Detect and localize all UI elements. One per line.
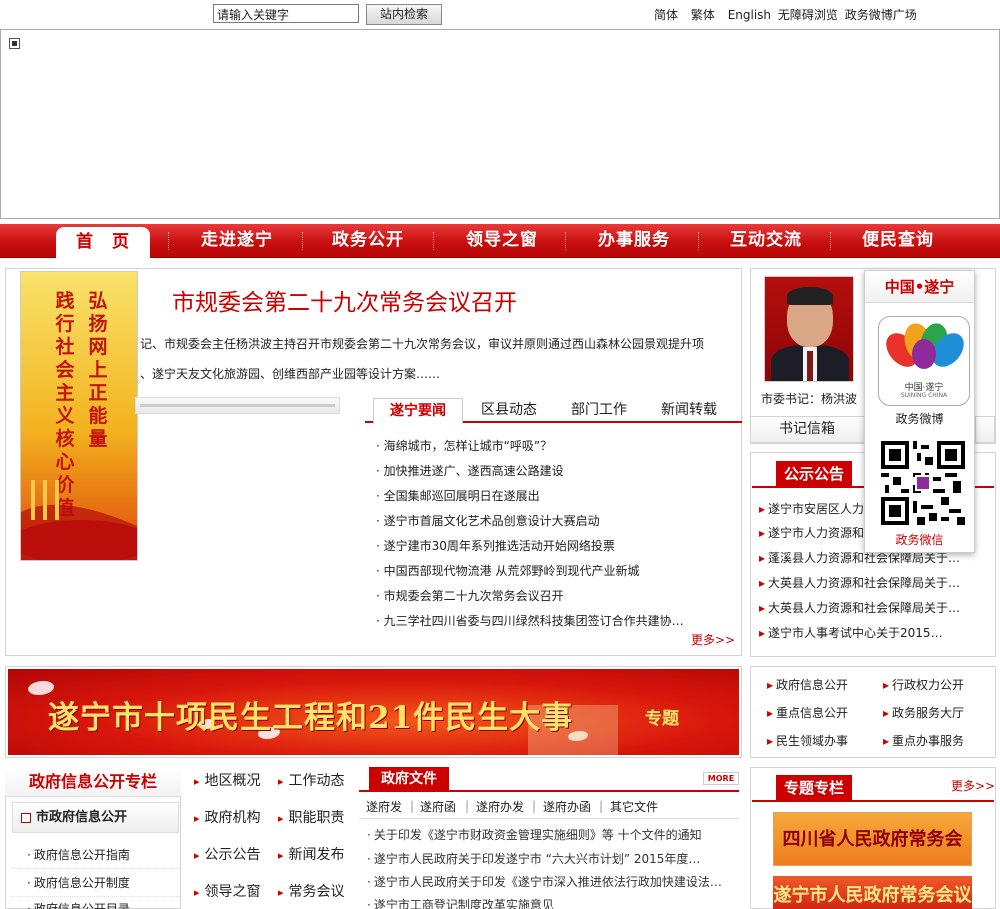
nav-public-query[interactable]: 便民查询 bbox=[836, 224, 960, 258]
nav-leaders[interactable]: 领导之窗 bbox=[440, 224, 564, 258]
special-banner-city-meeting[interactable]: 遂宁市人民政府常务会议 bbox=[773, 876, 972, 909]
docs-subtab-divider bbox=[359, 818, 739, 819]
weibo-popup-title: 中国•遂宁 bbox=[865, 271, 974, 303]
plugin-placeholder-icon bbox=[9, 38, 20, 49]
quick-link-gov-info[interactable]: 政府信息公开 bbox=[767, 676, 848, 693]
news-more-link[interactable]: 更多>> bbox=[691, 631, 735, 648]
weixin-qr-code-icon bbox=[881, 441, 965, 525]
news-item[interactable]: · 加快推进遂广、遂西高速公路建设 bbox=[376, 462, 564, 479]
link-traditional[interactable]: 繁体 bbox=[691, 8, 715, 22]
core-values-banner[interactable]: 弘扬网上正能量 践行社会主义核心价值观 bbox=[20, 271, 138, 561]
gov-docs-more-button[interactable]: MORE bbox=[703, 772, 739, 785]
gov-info-item[interactable]: 政府信息公开制度 bbox=[27, 874, 130, 891]
link-leaders[interactable]: 领导之窗 bbox=[194, 881, 261, 901]
quick-link-admin-power[interactable]: 行政权力公开 bbox=[883, 676, 964, 693]
nav-home[interactable]: 首 页 bbox=[56, 227, 150, 260]
top-links: 简体 繁体 English 无障碍浏览 政务微博广场 bbox=[654, 6, 926, 23]
notice-item[interactable]: 大英县人力资源和社会保障局关于… bbox=[759, 574, 960, 591]
link-english[interactable]: English bbox=[728, 8, 771, 22]
link-region-overview[interactable]: 地区概况 bbox=[194, 770, 261, 790]
weixin-label[interactable]: 政务微信 bbox=[865, 531, 974, 548]
docs-tab-banhan[interactable]: 遂府办函 bbox=[543, 798, 591, 815]
notice-item[interactable]: 遂宁市人力资源和… bbox=[759, 524, 876, 541]
nav-services[interactable]: 办事服务 bbox=[572, 224, 696, 258]
link-accessibility[interactable]: 无障碍浏览 bbox=[778, 8, 838, 22]
link-functions[interactable]: 职能职责 bbox=[278, 807, 345, 827]
weibo-label[interactable]: 政务微博 bbox=[865, 410, 974, 427]
headline-summary-1: 记、市规委会主任杨洪波主持召开市规委会第二十九次常务会议，审议并原则通过西山森林… bbox=[140, 337, 705, 351]
tab-department-news[interactable]: 部门工作 bbox=[555, 398, 643, 423]
livelihood-banner-subtitle: 专题 bbox=[645, 709, 679, 729]
link-press-release[interactable]: 新闻发布 bbox=[278, 844, 345, 864]
news-item[interactable]: · 全国集邮巡回展明日在遂展出 bbox=[376, 487, 540, 504]
news-item[interactable]: · 市规委会第二十九次常务会议召开 bbox=[376, 587, 564, 604]
special-banner-province-meeting[interactable]: 四川省人民政府常务会议 bbox=[773, 812, 972, 904]
news-tabs: 遂宁要闻 区县动态 部门工作 新闻转载 bbox=[365, 398, 742, 424]
tab-county-news[interactable]: 区县动态 bbox=[465, 398, 553, 423]
docs-tab-other[interactable]: 其它文件 bbox=[610, 798, 658, 815]
mailbox-edge bbox=[975, 416, 995, 443]
search-button[interactable]: 站内检索 bbox=[366, 4, 442, 25]
leader-portrait[interactable] bbox=[764, 276, 854, 382]
doc-item[interactable]: 遂宁市工商登记制度改革实施意见 bbox=[367, 896, 554, 909]
doc-item[interactable]: 遂宁市人民政府关于印发《遂宁市深入推进依法行政加快建设法… bbox=[367, 873, 722, 890]
link-gov-agencies[interactable]: 政府机构 bbox=[194, 807, 261, 827]
news-item[interactable]: · 海绵城市，怎样让城市“呼吸”？ bbox=[376, 437, 552, 454]
doc-item[interactable]: 遂宁市人民政府关于印发遂宁市 “六大兴市计划” 2015年度… bbox=[367, 850, 701, 867]
nav-gov-affairs[interactable]: 政务公开 bbox=[308, 224, 428, 258]
gov-info-title[interactable]: 政府信息公开专栏 bbox=[5, 767, 181, 797]
quick-link-livelihood[interactable]: 民生领域办事 bbox=[767, 732, 848, 749]
gov-info-item[interactable]: 政府信息公开目录 bbox=[27, 900, 130, 909]
link-work-updates[interactable]: 工作动态 bbox=[278, 770, 345, 790]
search-input[interactable]: 请输入关键字 bbox=[213, 4, 359, 23]
nav-about-suining[interactable]: 走进遂宁 bbox=[178, 224, 296, 258]
docs-tab-fufa[interactable]: 遂府发 bbox=[366, 798, 402, 815]
logo-subtext: SUINING CHINA bbox=[900, 392, 948, 399]
header-banner bbox=[0, 29, 1000, 219]
link-executive-meetings[interactable]: 常务会议 bbox=[278, 881, 345, 901]
nav-interaction[interactable]: 互动交流 bbox=[704, 224, 828, 258]
quick-link-key-services[interactable]: 重点办事服务 bbox=[883, 732, 964, 749]
docs-tab-fuhan[interactable]: 遂府函 bbox=[420, 798, 456, 815]
banner-text-right: 弘扬网上正能量 bbox=[88, 290, 108, 450]
suining-logo[interactable]: 中国·遂宁 SUINING CHINA bbox=[878, 316, 970, 406]
tab-suining-news[interactable]: 遂宁要闻 bbox=[373, 398, 463, 424]
special-more-link[interactable]: 更多>> bbox=[951, 777, 995, 794]
link-simplified[interactable]: 简体 bbox=[654, 8, 678, 22]
tab-reprinted-news[interactable]: 新闻转载 bbox=[645, 398, 733, 423]
quick-link-service-hall[interactable]: 政务服务大厅 bbox=[883, 704, 964, 721]
gov-info-item[interactable]: 政府信息公开指南 bbox=[27, 846, 130, 863]
notice-item[interactable]: 遂宁市人事考试中心关于2015… bbox=[759, 624, 943, 641]
gov-docs-title[interactable]: 政府文件 bbox=[369, 767, 449, 791]
notice-item[interactable]: 遂宁市安居区人力… bbox=[759, 500, 876, 517]
special-topics-title[interactable]: 专题专栏 bbox=[776, 775, 852, 801]
main-nav: 首 页 走进遂宁 政务公开 领导之窗 办事服务 互动交流 便民查询 bbox=[0, 224, 1000, 260]
news-item[interactable]: · 中国西部现代物流港 从荒郊野岭到现代产业新城 bbox=[376, 562, 639, 579]
quick-link-key-info[interactable]: 重点信息公开 bbox=[767, 704, 848, 721]
link-weibo-square[interactable]: 政务微博广场 bbox=[845, 8, 917, 22]
leader-caption: 市委书记：杨洪波 bbox=[761, 392, 858, 406]
secretary-mailbox-button[interactable]: 书记信箱 bbox=[750, 416, 870, 443]
headline[interactable]: 市规委会第二十九次常务会议召开 bbox=[172, 283, 517, 317]
link-announcements[interactable]: 公示公告 bbox=[194, 844, 261, 864]
headline-summary-2: 、遂宁天友文化旅游园、创维西部产业园等设计方案…… bbox=[140, 367, 441, 381]
news-item[interactable]: · 遂宁市首届文化艺术品创意设计大赛启动 bbox=[376, 512, 600, 529]
docs-tab-banfa[interactable]: 遂府办发 bbox=[476, 798, 524, 815]
news-item[interactable]: · 九三学社四川省委与四川绿然科技集团签订合作共建协… bbox=[376, 612, 684, 629]
special-topics-divider bbox=[752, 800, 994, 802]
livelihood-banner-text: 遂宁市十项民生工程和21件民生大事 bbox=[48, 700, 574, 736]
gov-info-subtitle[interactable]: 市政府信息公开 bbox=[12, 802, 179, 833]
gov-docs-divider bbox=[359, 790, 739, 792]
notice-title[interactable]: 公示公告 bbox=[776, 461, 852, 487]
notice-item[interactable]: 大英县人力资源和社会保障局关于… bbox=[759, 599, 960, 616]
news-item[interactable]: · 遂宁建市30周年系列推选活动开始网络投票 bbox=[376, 537, 615, 554]
doc-item[interactable]: 关于印发《遂宁市财政资金管理实施细则》等 十个文件的通知 bbox=[367, 826, 702, 843]
slideshow-bar[interactable] bbox=[135, 397, 340, 414]
